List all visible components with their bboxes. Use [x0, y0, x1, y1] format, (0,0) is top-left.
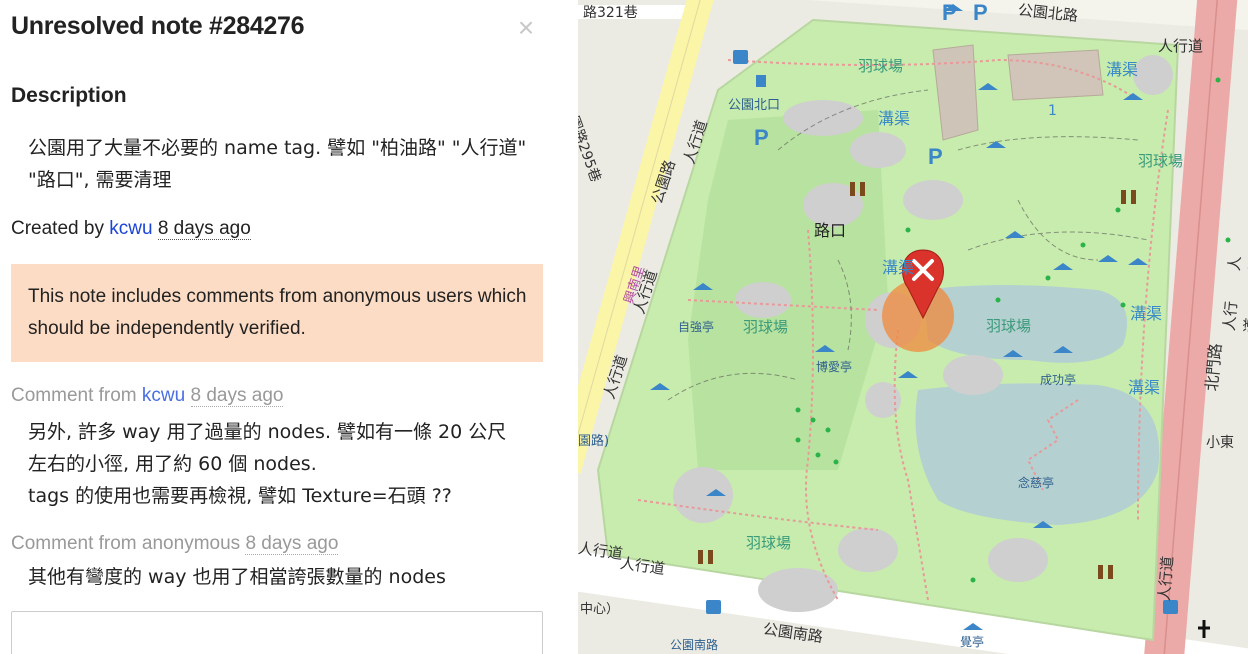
created-timestamp: 8 days ago	[157, 218, 251, 240]
map-label: 小東	[1206, 435, 1234, 451]
map-label: 羽球場	[746, 534, 792, 552]
map-label: 人行道	[1154, 555, 1177, 602]
comment-user-link[interactable]: kcwu	[142, 385, 185, 406]
close-icon[interactable]: ×	[512, 14, 540, 42]
comment-header: Comment from kcwu 8 days ago	[11, 383, 284, 409]
comment-header: Comment from anonymous 8 days ago	[11, 531, 339, 557]
comment-line: 左右的小徑, 用了約 60 個 nodes.	[28, 453, 317, 475]
map-label: 羽球場	[743, 318, 789, 336]
map-label: 路321巷	[583, 5, 638, 21]
map-label: 北門路	[1201, 342, 1226, 393]
pond-south	[915, 383, 1160, 525]
map-label: 溝渠	[1130, 304, 1163, 323]
comment-user: anonymous	[141, 533, 241, 554]
comment-timestamp: 8 days ago	[245, 533, 339, 555]
created-prefix: Created by	[11, 218, 104, 239]
map-label: 溝渠	[1128, 378, 1161, 397]
comment-line: tags 的使用也需要再檢視, 譬如 Texture=石頭 ??	[28, 485, 452, 507]
comment-timestamp: 8 days ago	[190, 385, 284, 407]
map-view[interactable]: PP PP 公園北路 路321巷 人行道 公園北口 公園路295巷 公園路 人行…	[578, 0, 1248, 654]
map-label: 公園南路	[670, 638, 719, 652]
map-label: 羽球場	[858, 57, 904, 75]
svg-text:P: P	[942, 0, 957, 25]
created-line: Created by kcwu 8 days ago	[11, 216, 251, 242]
map-label: 公園北口	[728, 98, 781, 113]
comment-body: 另外, 許多 way 用了過量的 nodes. 譬如有一條 20 公尺 左右的小…	[28, 416, 548, 512]
map-label: 溝渠	[1106, 60, 1139, 79]
comment-body: 其他有彎度的 way 也用了相當誇張數量的 nodes	[28, 561, 548, 593]
svg-text:P: P	[928, 144, 943, 169]
creator-user-link[interactable]: kcwu	[109, 218, 152, 239]
map-label: 溝渠	[882, 258, 915, 277]
map-label: 園路)	[578, 434, 610, 449]
comment-line: 其他有彎度的 way 也用了相當誇張數量的 nodes	[28, 566, 446, 588]
description-heading: Description	[11, 84, 127, 107]
comment-prefix: Comment from	[11, 385, 137, 406]
map-label: 人行道	[1219, 300, 1248, 334]
map-label: 羽球場	[986, 317, 1032, 335]
map-label: 路口	[814, 221, 847, 240]
map-label: 中心）	[580, 602, 620, 617]
map-label: 人行道	[1158, 37, 1204, 55]
comment-line: 另外, 許多 way 用了過量的 nodes. 譬如有一條 20 公尺	[28, 421, 507, 443]
note-title: Unresolved note #284276	[11, 12, 305, 40]
comment-prefix: Comment from	[11, 533, 137, 554]
map-label: 博愛亭	[816, 360, 853, 374]
map-label: 溝渠	[878, 109, 911, 128]
comment-textarea[interactable]	[11, 611, 543, 654]
map-label: 念慈亭	[1018, 476, 1055, 490]
map-label: 成功亭	[1040, 373, 1077, 387]
svg-text:P: P	[973, 0, 988, 25]
map-label: 自強亭	[678, 320, 715, 334]
map-label: 1	[1048, 103, 1057, 119]
svg-text:P: P	[754, 125, 769, 150]
anonymous-warning: This note includes comments from anonymo…	[11, 264, 543, 362]
note-sidebar: Unresolved note #284276 × Description 公園…	[0, 0, 578, 654]
map-label: 覺亭	[960, 635, 985, 649]
map-label: 羽球場	[1138, 152, 1184, 170]
note-description: 公園用了大量不必要的 name tag. 譬如 "柏油路" "人行道" "路口"…	[28, 137, 527, 191]
